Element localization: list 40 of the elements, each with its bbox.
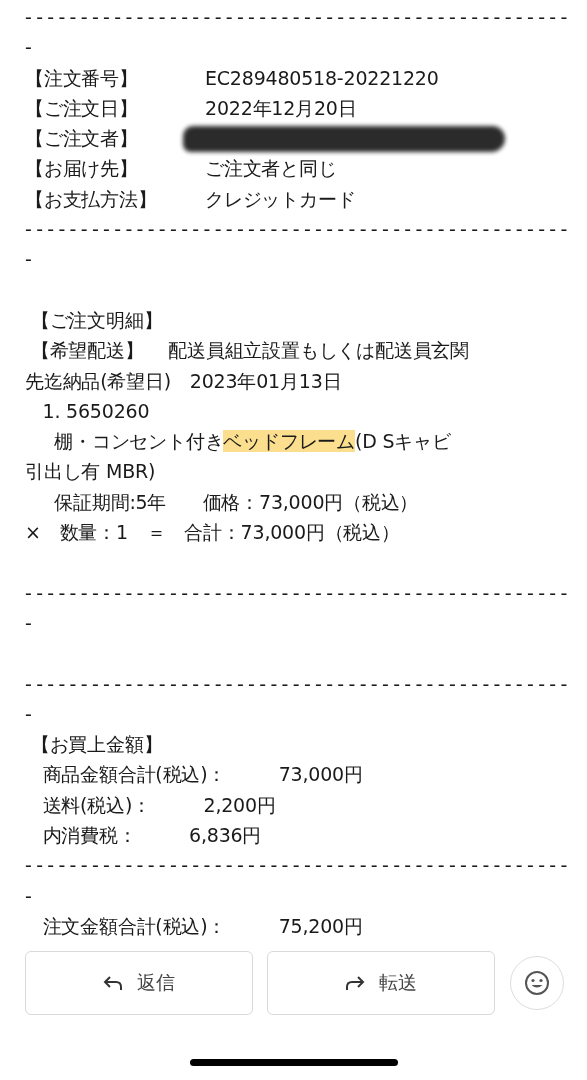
forward-button[interactable]: 転送	[267, 951, 495, 1015]
email-text: × 数量：1 ＝ 合計：73,000円（税込）	[25, 521, 400, 544]
dashed-separator-text: -------------------------------------------------	[25, 6, 572, 28]
field-label: 【お支払方法】	[25, 186, 158, 212]
email-text: 棚・コンセント付き	[53, 430, 224, 453]
email-text: -	[25, 702, 32, 725]
email-text: 送料(税込)： 2,200円	[41, 793, 276, 816]
email-text: 【お買上金額】	[29, 733, 163, 756]
field-label: 【ご注文者】	[25, 126, 139, 152]
reply-button[interactable]: 返信	[25, 951, 253, 1015]
dashed-separator-text: -------------------------------------------------	[25, 854, 572, 877]
field-label: 【お届け先】	[25, 156, 139, 182]
dashed-separator-text: -------------------------------------------------	[25, 218, 572, 241]
email-text: 引出し有 MBR)	[25, 460, 156, 483]
field-label: 【注文番号】	[25, 65, 139, 91]
email-text: (D Sキャビ	[355, 430, 451, 453]
email-text: 【希望配送】 配送員組立設置もしくは配送員玄関	[29, 339, 470, 362]
field-value: 2022年12月20日	[205, 95, 357, 121]
email-text: 内消費税： 6,836円	[41, 824, 262, 846]
field-value: クレジットカード	[205, 186, 356, 212]
email-text: -	[25, 36, 32, 59]
emoji-reaction-button[interactable]	[510, 956, 564, 1010]
forward-icon	[345, 975, 365, 991]
email-text: 先迄納品(希望日) 2023年01月13日	[25, 369, 342, 392]
email-text: -	[25, 884, 32, 907]
email-text: 【ご注文明細】	[29, 308, 163, 331]
email-text: 1. 5650260	[41, 399, 150, 422]
email-text: 商品金額合計(税込)： 73,000円	[41, 763, 363, 786]
email-text: 注文金額合計(税込)： 75,200円	[41, 914, 363, 937]
highlighted-text: ベッドフレーム	[223, 430, 355, 453]
email-text: -	[25, 611, 32, 634]
field-label: 【ご注文日】	[25, 95, 139, 121]
field-value: ご注文者と同じ	[205, 156, 337, 182]
email-text: -	[25, 248, 32, 271]
email-text: 保証期間:5年 価格：73,000円（税込）	[53, 490, 419, 513]
smiley-icon	[524, 970, 550, 996]
reply-icon	[103, 975, 123, 991]
dashed-separator-text: -------------------------------------------------	[25, 672, 572, 695]
dashed-separator-text: -------------------------------------------------	[25, 581, 572, 604]
field-value: EC289480518-20221220	[205, 65, 439, 91]
